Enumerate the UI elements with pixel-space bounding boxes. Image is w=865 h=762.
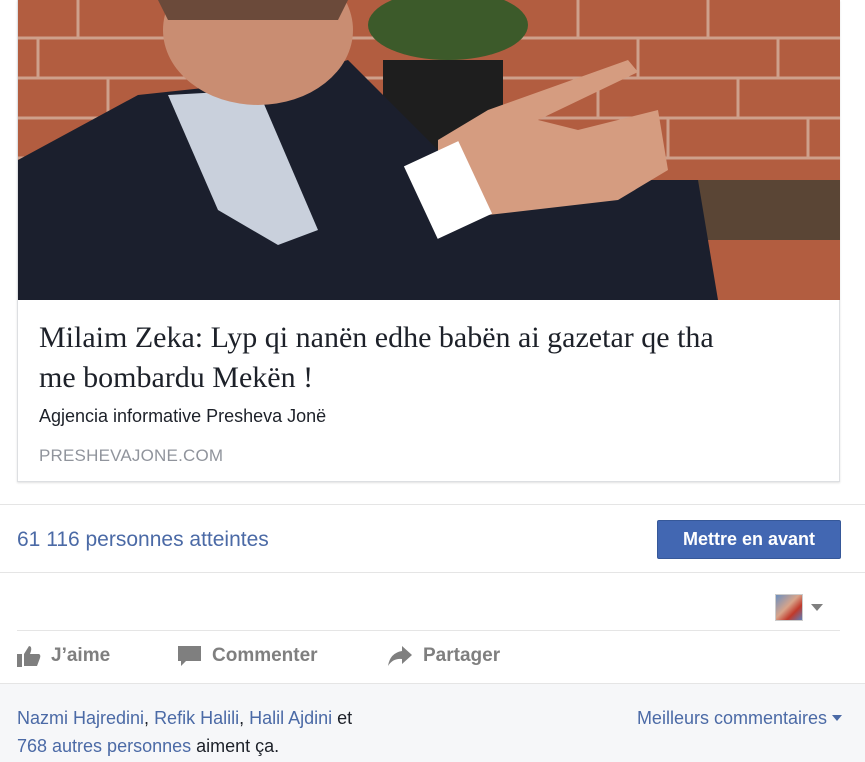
post-as-selector[interactable] xyxy=(775,594,823,621)
share-label: Partager xyxy=(423,645,501,666)
separator: , xyxy=(239,708,250,728)
likes-summary: Nazmi Hajredini, Refik Halili, Halil Ajd… xyxy=(17,704,577,760)
comments-sort-label: Meilleurs commentaires xyxy=(636,708,827,728)
boost-post-button[interactable]: Mettre en avant xyxy=(657,520,841,559)
share-arrow-icon xyxy=(387,645,413,667)
comment-bubble-icon xyxy=(177,645,202,667)
share-button[interactable]: Partager xyxy=(387,645,500,667)
like-button[interactable]: J’aime xyxy=(17,645,110,667)
link-preview-card[interactable]: Milaim Zeka: Lyp qi nanën edhe babën ai … xyxy=(17,0,840,482)
liker-link[interactable]: Nazmi Hajredini xyxy=(17,708,144,728)
article-photo-illustration xyxy=(18,0,840,300)
chevron-down-icon xyxy=(811,604,823,611)
other-likers-link[interactable]: 768 autres personnes xyxy=(17,736,191,756)
conjunction: et xyxy=(332,708,353,728)
headline-line-1: Milaim Zeka: Lyp qi nanën edhe babën ai … xyxy=(39,321,714,354)
like-label: J’aime xyxy=(51,645,111,666)
likes-suffix: aiment ça. xyxy=(191,736,280,756)
article-headline[interactable]: Milaim Zeka: Lyp qi nanën edhe babën ai … xyxy=(39,318,829,398)
liker-link[interactable]: Refik Halili xyxy=(154,708,239,728)
divider xyxy=(17,630,840,631)
separator: , xyxy=(144,708,155,728)
chevron-down-icon xyxy=(832,715,842,721)
avatar xyxy=(775,594,803,621)
comment-label: Commenter xyxy=(212,645,318,666)
reach-count-link[interactable]: 61 116 personnes atteintes xyxy=(17,528,269,552)
headline-line-2: me bombardu Mekën ! xyxy=(39,361,314,394)
divider xyxy=(0,504,865,505)
thumbs-up-icon xyxy=(17,645,41,667)
liker-link[interactable]: Halil Ajdini xyxy=(249,708,332,728)
divider xyxy=(0,572,865,573)
article-photo[interactable] xyxy=(18,0,840,300)
comment-button[interactable]: Commenter xyxy=(177,645,318,667)
likes-panel: Nazmi Hajredini, Refik Halili, Halil Ajd… xyxy=(0,683,865,762)
comments-sort-dropdown[interactable]: Meilleurs commentaires xyxy=(637,704,842,732)
article-source-name: Agjencia informative Presheva Jonë xyxy=(39,406,327,426)
article-domain: PRESHEVAJONE.COM xyxy=(39,446,224,465)
